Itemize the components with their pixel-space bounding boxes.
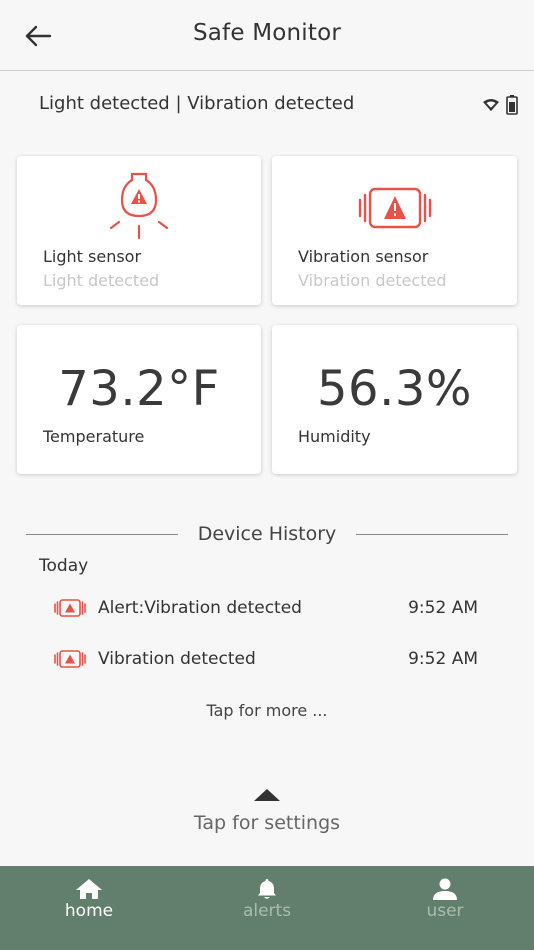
- history-item-text: Alert:Vibration detected: [98, 598, 302, 618]
- user-icon: [433, 878, 457, 900]
- vibration-alert-icon: [54, 650, 86, 668]
- history-item-time: 9:52 AM: [408, 598, 478, 618]
- bell-icon: [258, 879, 276, 899]
- status-icons: [482, 95, 518, 115]
- history-item-time: 9:52 AM: [408, 649, 478, 669]
- light-bulb-alert-icon: [109, 172, 169, 240]
- battery-icon: [506, 95, 518, 115]
- tab-alerts-label: alerts: [242, 901, 292, 921]
- tab-user-label: user: [426, 901, 464, 921]
- vibration-sensor-status: Vibration detected: [298, 271, 447, 290]
- home-icon: [76, 879, 102, 899]
- humidity-value: 56.3%: [317, 361, 472, 417]
- bottom-tab-bar: home alerts user: [0, 866, 534, 950]
- tab-alerts[interactable]: alerts: [178, 866, 356, 950]
- vibration-alert-icon: [54, 599, 86, 617]
- header: Safe Monitor: [0, 0, 534, 71]
- tab-user[interactable]: user: [356, 866, 534, 950]
- history-day-label: Today: [39, 556, 89, 576]
- vibration-sensor-card[interactable]: Vibration sensor Vibration detected: [272, 156, 517, 305]
- temperature-value: 73.2°F: [58, 361, 220, 417]
- temperature-card[interactable]: 73.2°F Temperature: [17, 325, 261, 474]
- tab-home[interactable]: home: [0, 866, 178, 950]
- light-sensor-label: Light sensor: [43, 247, 142, 266]
- history-item[interactable]: Alert:Vibration detected 9:52 AM: [54, 596, 478, 622]
- history-item-text: Vibration detected: [98, 649, 256, 669]
- humidity-label: Humidity: [298, 427, 371, 446]
- light-sensor-card[interactable]: Light sensor Light detected: [17, 156, 261, 305]
- history-title: Device History: [197, 523, 337, 545]
- humidity-card[interactable]: 56.3% Humidity: [272, 325, 517, 474]
- page-title: Safe Monitor: [192, 20, 342, 46]
- status-summary: Light detected | Vibration detected: [39, 93, 355, 114]
- tap-for-settings-button[interactable]: Tap for settings: [0, 812, 534, 834]
- vibration-sensor-label: Vibration sensor: [298, 247, 429, 266]
- chevron-up-icon[interactable]: [253, 788, 281, 802]
- tab-home-label: home: [64, 901, 114, 921]
- light-sensor-status: Light detected: [43, 271, 160, 290]
- wifi-icon: [483, 99, 499, 111]
- vibration-alert-icon: [358, 187, 431, 229]
- tap-for-more-link[interactable]: Tap for more ...: [0, 701, 534, 720]
- temperature-label: Temperature: [43, 427, 145, 446]
- history-item[interactable]: Vibration detected 9:52 AM: [54, 647, 478, 673]
